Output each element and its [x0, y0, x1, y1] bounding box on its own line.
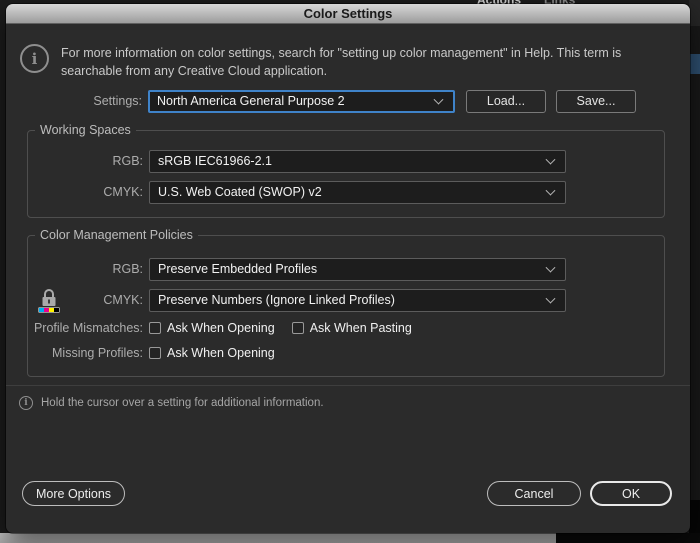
ws-cmyk-select[interactable]: U.S. Web Coated (SWOP) v2	[149, 181, 566, 204]
ask-when-pasting-label: Ask When Pasting	[310, 321, 412, 335]
profile-mismatches-row: Profile Mismatches: Ask When Opening Ask…	[28, 320, 664, 336]
cmp-cmyk-value: Preserve Numbers (Ignore Linked Profiles…	[158, 293, 395, 307]
save-button[interactable]: Save...	[556, 90, 636, 113]
panel-segment	[689, 0, 700, 26]
cmp-cmyk-row: CMYK: Preserve Numbers (Ignore Linked Pr…	[28, 288, 664, 312]
working-spaces-legend: Working Spaces	[35, 123, 136, 137]
footer-divider	[6, 385, 690, 386]
chevron-down-icon	[546, 294, 556, 304]
cmp-cmyk-select[interactable]: Preserve Numbers (Ignore Linked Profiles…	[149, 289, 566, 312]
help-info-note: i For more information on color settings…	[20, 44, 670, 80]
chevron-down-icon	[434, 95, 444, 105]
policies-group: Color Management Policies RGB: Preserve …	[27, 235, 665, 377]
panel-selected-item	[689, 54, 700, 74]
ws-rgb-label: RGB:	[28, 154, 143, 168]
policies-legend: Color Management Policies	[35, 228, 198, 242]
color-settings-dialog: Color Settings i For more information on…	[6, 4, 690, 533]
ws-cmyk-label: CMYK:	[28, 185, 143, 199]
ask-when-pasting-checkbox[interactable]	[292, 322, 304, 334]
missing-ask-when-opening-checkbox[interactable]	[149, 347, 161, 359]
missing-profiles-label: Missing Profiles:	[28, 346, 143, 360]
ask-when-opening-checkbox[interactable]	[149, 322, 161, 334]
background-right-panel	[689, 0, 700, 543]
cmp-rgb-row: RGB: Preserve Embedded Profiles	[28, 257, 664, 281]
cmp-rgb-value: Preserve Embedded Profiles	[158, 262, 317, 276]
missing-profiles-row: Missing Profiles: Ask When Opening	[28, 345, 664, 361]
ws-rgb-select[interactable]: sRGB IEC61966-2.1	[149, 150, 566, 173]
ask-when-opening-label: Ask When Opening	[167, 321, 275, 335]
settings-label: Settings:	[6, 94, 142, 108]
footer-note: i Hold the cursor over a setting for add…	[19, 395, 324, 411]
footer-note-text: Hold the cursor over a setting for addit…	[41, 397, 324, 409]
dialog-title: Color Settings	[304, 6, 393, 21]
cmp-rgb-select[interactable]: Preserve Embedded Profiles	[149, 258, 566, 281]
working-spaces-group: Working Spaces RGB: sRGB IEC61966-2.1 CM…	[27, 130, 665, 218]
help-info-text: For more information on color settings, …	[61, 45, 670, 80]
ok-button[interactable]: OK	[590, 481, 672, 506]
info-icon: i	[19, 396, 33, 410]
settings-select[interactable]: North America General Purpose 2	[148, 90, 455, 113]
load-button[interactable]: Load...	[466, 90, 546, 113]
profile-mismatches-label: Profile Mismatches:	[28, 321, 143, 335]
cmp-rgb-label: RGB:	[28, 262, 143, 276]
cmp-cmyk-label: CMYK:	[28, 293, 143, 307]
missing-ask-when-opening-label: Ask When Opening	[167, 346, 275, 360]
background-dark-area	[556, 533, 700, 543]
ws-cmyk-value: U.S. Web Coated (SWOP) v2	[158, 185, 322, 199]
cancel-button[interactable]: Cancel	[487, 481, 581, 506]
chevron-down-icon	[546, 155, 556, 165]
more-options-button[interactable]: More Options	[22, 481, 125, 506]
ws-rgb-row: RGB: sRGB IEC61966-2.1	[28, 149, 664, 173]
settings-row: Settings: North America General Purpose …	[6, 89, 690, 113]
info-icon: i	[20, 44, 49, 73]
dialog-titlebar: Color Settings	[6, 4, 690, 24]
settings-select-value: North America General Purpose 2	[157, 94, 345, 108]
ws-rgb-value: sRGB IEC61966-2.1	[158, 154, 272, 168]
screen: Actions Links Color Settings i For more …	[0, 0, 700, 543]
chevron-down-icon	[546, 263, 556, 273]
background-window-titlebar	[0, 533, 556, 543]
chevron-down-icon	[546, 186, 556, 196]
ws-cmyk-row: CMYK: U.S. Web Coated (SWOP) v2	[28, 180, 664, 204]
